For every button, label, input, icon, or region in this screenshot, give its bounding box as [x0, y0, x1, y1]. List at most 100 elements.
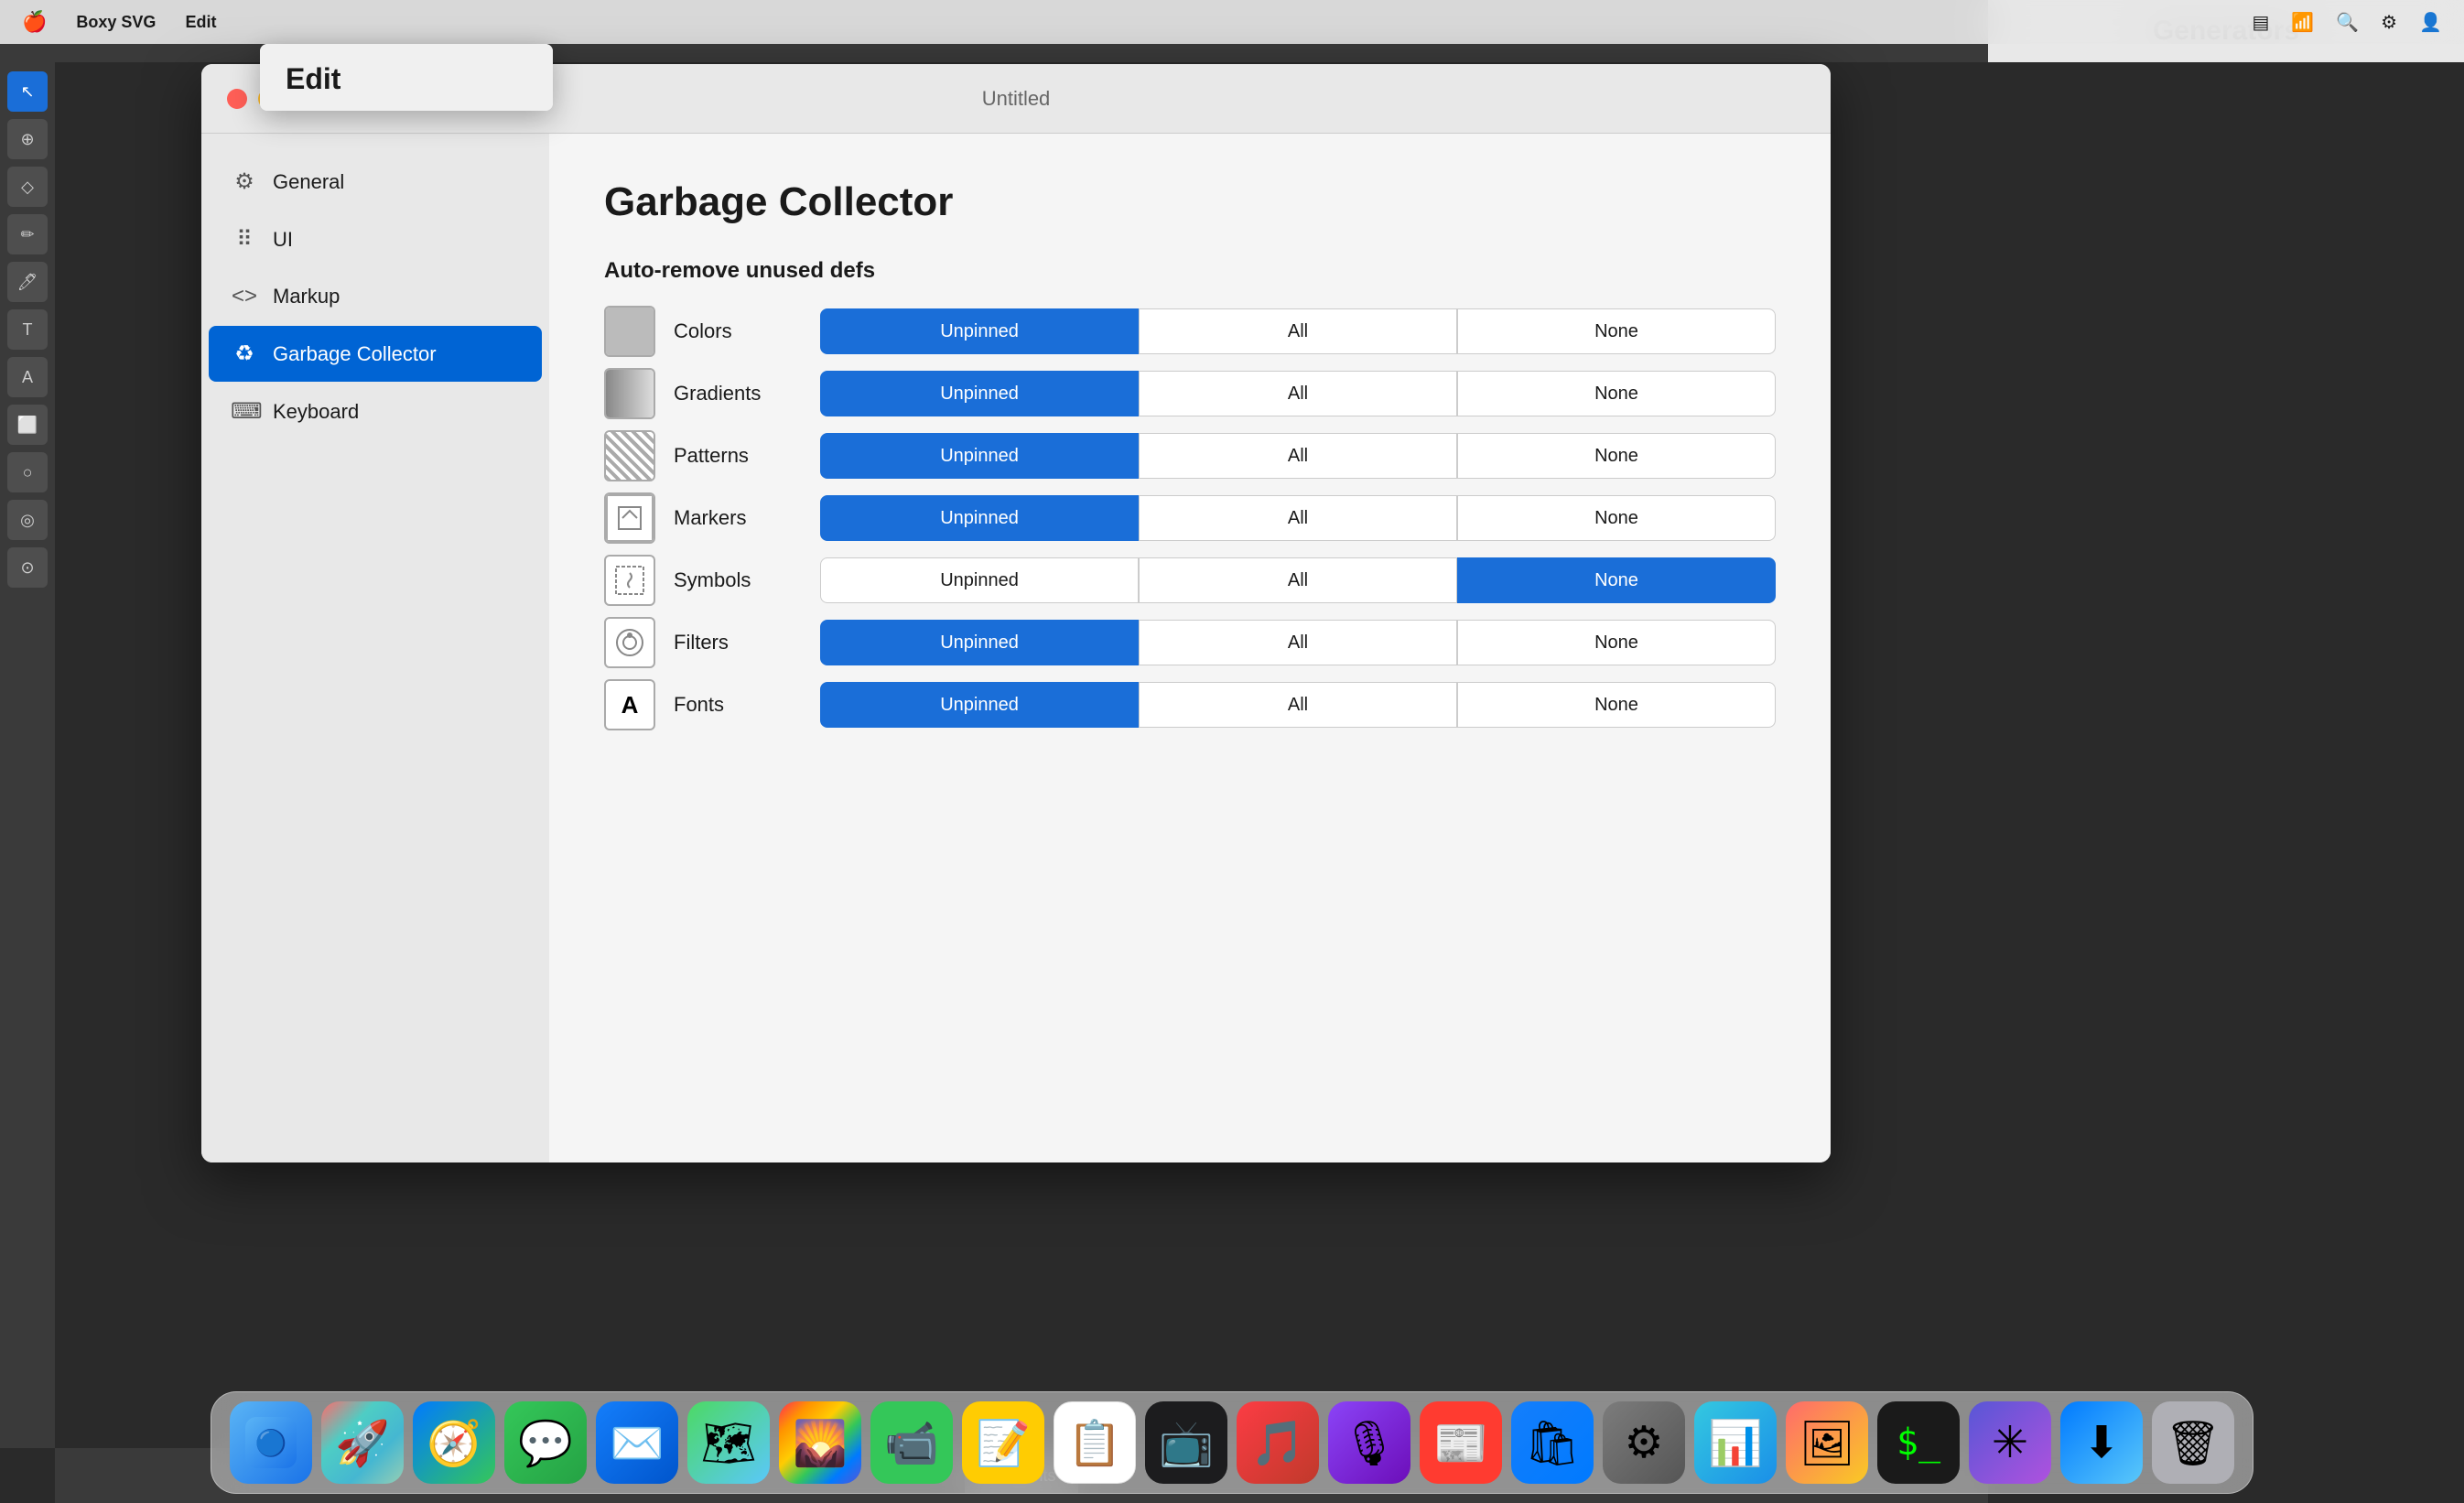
sidebar-label-ui: UI — [273, 228, 293, 252]
markup-icon: <> — [231, 284, 258, 309]
patterns-btn-group: Unpinned All None — [820, 433, 1776, 479]
dock-icon-maps[interactable]: 🗺 — [687, 1401, 770, 1484]
dock-icon-terminal[interactable]: $_ — [1877, 1401, 1960, 1484]
wifi-icon[interactable]: 📶 — [2291, 11, 2314, 34]
dock-icon-messages[interactable]: 💬 — [504, 1401, 587, 1484]
patterns-none-btn[interactable]: None — [1457, 433, 1776, 479]
close-button[interactable] — [227, 89, 247, 109]
patterns-all-btn[interactable]: All — [1139, 433, 1457, 479]
prefs-sidebar: ⚙ General ⠿ UI <> Markup ♻ Garbage Colle… — [201, 134, 549, 1162]
sidebar-item-keyboard[interactable]: ⌨ Keyboard — [209, 384, 542, 439]
symbols-unpinned-btn[interactable]: Unpinned — [820, 557, 1139, 603]
tool-2[interactable]: ⊕ — [7, 119, 48, 159]
sidebar-item-markup[interactable]: <> Markup — [209, 269, 542, 324]
colors-icon — [604, 306, 655, 357]
page-title: Garbage Collector — [604, 179, 1776, 225]
row-markers: Markers Unpinned All None — [604, 492, 1776, 544]
tool-4[interactable]: ✏ — [7, 214, 48, 254]
row-colors: Colors Unpinned All None — [604, 306, 1776, 357]
dock-icon-safari[interactable]: 🧭 — [413, 1401, 495, 1484]
search-icon[interactable]: 🔍 — [2336, 11, 2359, 34]
tool-11[interactable]: ⊙ — [7, 547, 48, 588]
patterns-unpinned-btn[interactable]: Unpinned — [820, 433, 1139, 479]
svg-text:🔵: 🔵 — [255, 1428, 287, 1458]
dock-icon-pixelmator[interactable]: ✳ — [1969, 1401, 2051, 1484]
gradients-all-btn[interactable]: All — [1139, 371, 1457, 416]
colors-unpinned-btn[interactable]: Unpinned — [820, 308, 1139, 354]
markers-btn-group: Unpinned All None — [820, 495, 1776, 541]
general-icon: ⚙ — [231, 168, 258, 195]
apple-menu[interactable]: 🍎 — [22, 10, 47, 34]
tool-3[interactable]: ◇ — [7, 167, 48, 207]
tool-7[interactable]: A — [7, 357, 48, 397]
dock-icon-launchpad[interactable]: 🚀 — [321, 1401, 404, 1484]
colors-label: Colors — [674, 319, 820, 343]
menubar: 🍎 Boxy SVG Edit ▤ 📶 🔍 ⚙ 👤 — [0, 0, 2464, 44]
app-menu-boxy[interactable]: Boxy SVG — [76, 13, 156, 32]
colors-btn-group: Unpinned All None — [820, 308, 1776, 354]
dock-icon-system-preferences[interactable]: ⚙ — [1603, 1401, 1685, 1484]
filters-label: Filters — [674, 631, 820, 654]
user-icon[interactable]: 👤 — [2419, 11, 2442, 34]
dock-icon-altimeter[interactable]: 📊 — [1694, 1401, 1777, 1484]
gradients-label: Gradients — [674, 382, 820, 405]
tool-6[interactable]: T — [7, 309, 48, 350]
dock-icon-preview[interactable]: 🖼 — [1786, 1401, 1868, 1484]
dock-icon-news[interactable]: 📰 — [1420, 1401, 1502, 1484]
dock-icon-reminders[interactable]: 📋 — [1054, 1401, 1136, 1484]
dock-icon-facetime[interactable]: 📹 — [870, 1401, 953, 1484]
patterns-label: Patterns — [674, 444, 820, 468]
colors-all-btn[interactable]: All — [1139, 308, 1457, 354]
filters-unpinned-btn[interactable]: Unpinned — [820, 620, 1139, 665]
colors-none-btn[interactable]: None — [1457, 308, 1776, 354]
tool-5[interactable]: 🖊 — [7, 262, 48, 302]
row-filters: Filters Unpinned All None — [604, 617, 1776, 668]
fonts-none-btn[interactable]: None — [1457, 682, 1776, 728]
dock-icon-appletv[interactable]: 📺 — [1145, 1401, 1227, 1484]
tool-10[interactable]: ◎ — [7, 500, 48, 540]
fonts-all-btn[interactable]: All — [1139, 682, 1457, 728]
app-menu-edit[interactable]: Edit — [185, 13, 216, 32]
dock-icon-podcasts[interactable]: 🎙 — [1328, 1401, 1410, 1484]
preferences-window: Untitled ⚙ General ⠿ UI <> Markup ♻ Garb… — [201, 64, 1831, 1162]
edit-menu-popup: Edit — [260, 44, 553, 111]
sidebar-item-garbage-collector[interactable]: ♻ Garbage Collector — [209, 326, 542, 382]
dock-icon-trash[interactable]: 🗑 — [2152, 1401, 2234, 1484]
dock-icon-downloads[interactable]: ⬇ — [2060, 1401, 2143, 1484]
select-tool[interactable]: ↖ — [7, 71, 48, 112]
garbage-collector-icon: ♻ — [231, 341, 258, 367]
filters-all-btn[interactable]: All — [1139, 620, 1457, 665]
dock-icon-finder[interactable]: 🔵 — [230, 1401, 312, 1484]
symbols-none-btn[interactable]: None — [1457, 557, 1776, 603]
symbols-all-btn[interactable]: All — [1139, 557, 1457, 603]
dock-icon-photos[interactable]: 🌄 — [779, 1401, 861, 1484]
fonts-icon: A — [604, 679, 655, 730]
sidebar-item-general[interactable]: ⚙ General — [209, 154, 542, 210]
tool-9[interactable]: ○ — [7, 452, 48, 492]
controls-icon[interactable]: ⚙ — [2381, 11, 2397, 34]
fonts-btn-group: Unpinned All None — [820, 682, 1776, 728]
fonts-unpinned-btn[interactable]: Unpinned — [820, 682, 1139, 728]
symbols-label: Symbols — [674, 568, 820, 592]
row-gradients: Gradients Unpinned All None — [604, 368, 1776, 419]
sidebar-label-keyboard: Keyboard — [273, 400, 359, 424]
row-fonts: A Fonts Unpinned All None — [604, 679, 1776, 730]
gradients-unpinned-btn[interactable]: Unpinned — [820, 371, 1139, 416]
filters-icon — [604, 617, 655, 668]
tool-8[interactable]: ⬜ — [7, 405, 48, 445]
filters-none-btn[interactable]: None — [1457, 620, 1776, 665]
dock-icon-appstore[interactable]: 🛍 — [1511, 1401, 1594, 1484]
symbols-btn-group: Unpinned All None — [820, 557, 1776, 603]
dock-icon-music[interactable]: 🎵 — [1237, 1401, 1319, 1484]
markers-unpinned-btn[interactable]: Unpinned — [820, 495, 1139, 541]
dock-icon-mail[interactable]: ✉️ — [596, 1401, 678, 1484]
filters-btn-group: Unpinned All None — [820, 620, 1776, 665]
prefs-body: ⚙ General ⠿ UI <> Markup ♻ Garbage Colle… — [201, 134, 1831, 1162]
gradients-none-btn[interactable]: None — [1457, 371, 1776, 416]
markers-none-btn[interactable]: None — [1457, 495, 1776, 541]
dock-icon-notes[interactable]: 📝 — [962, 1401, 1044, 1484]
markers-all-btn[interactable]: All — [1139, 495, 1457, 541]
display-icon[interactable]: ▤ — [2252, 11, 2269, 34]
keyboard-icon: ⌨ — [231, 398, 258, 425]
sidebar-item-ui[interactable]: ⠿ UI — [209, 211, 542, 267]
